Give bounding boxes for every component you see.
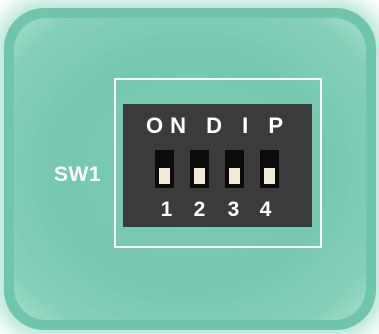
- switch-designator-label: SW1: [54, 163, 102, 186]
- dip-switch-header: ON D I P: [146, 113, 291, 138]
- switch-number-3: 3: [227, 198, 240, 221]
- dip-switch-3[interactable]: [225, 150, 244, 188]
- dip-switch-1[interactable]: [155, 150, 174, 188]
- switch-number-1: 1: [160, 198, 173, 221]
- dip-switch-2[interactable]: [190, 150, 209, 188]
- dip-switch-4-knob[interactable]: [264, 168, 275, 184]
- dip-switch-4[interactable]: [260, 150, 279, 188]
- switch-number-2: 2: [193, 198, 206, 221]
- dip-switch-3-knob[interactable]: [229, 168, 240, 184]
- dip-switch-2-knob[interactable]: [194, 168, 205, 184]
- switch-number-4: 4: [259, 198, 272, 221]
- dip-switch-1-knob[interactable]: [159, 168, 170, 184]
